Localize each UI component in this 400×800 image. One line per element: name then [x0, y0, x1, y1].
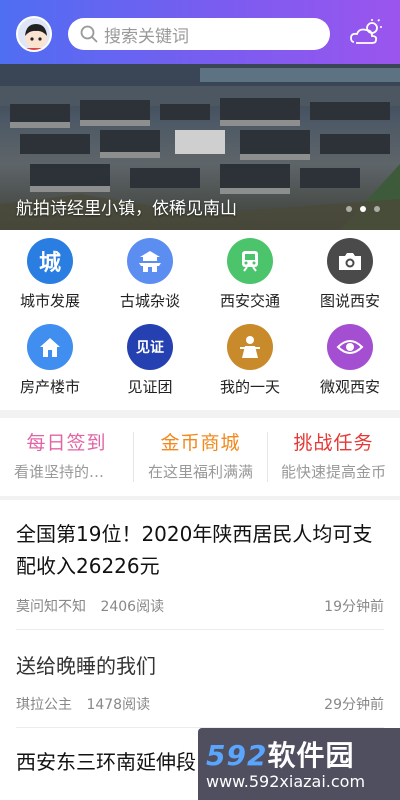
article-title: 送给晚睡的我们: [16, 654, 156, 678]
grid-label: 图说西安: [319, 292, 380, 310]
house-icon: [27, 324, 73, 370]
grid-label: 房产楼市: [19, 378, 80, 396]
action-title: 金币商城: [160, 432, 241, 454]
action-subtitle: 看谁坚持的时间最长: [14, 463, 133, 481]
grid-label: 古城杂谈: [119, 292, 180, 310]
grid-item-witness[interactable]: 见证 见证团: [100, 316, 200, 396]
grid-item-house[interactable]: 房产楼市: [0, 316, 100, 396]
grid-label: 城市发展: [19, 292, 80, 310]
article-item[interactable]: 全国第19位！2020年陕西居民人均可支配收入26226元 莫问知不知 2406…: [16, 500, 384, 630]
action-subtitle: 在这里福利满满: [148, 463, 254, 481]
camera-icon: [327, 238, 373, 284]
banner-caption: 航拍诗经里小镇，依稀见南山: [16, 199, 237, 219]
weather-icon[interactable]: [350, 18, 384, 48]
train-icon: [227, 238, 273, 284]
watermark-url: www.592xiazai.com: [206, 772, 366, 791]
carousel-dot[interactable]: [346, 206, 352, 212]
top-header: 搜索关键词: [0, 0, 400, 64]
carousel-dot-active[interactable]: [360, 206, 366, 212]
watermark-text: 软件园: [267, 739, 355, 772]
article-reads: 1478阅读: [86, 697, 151, 713]
pagoda-icon: [127, 238, 173, 284]
watermark-logo: 592软件园 www.592xiazai.com: [198, 728, 400, 800]
action-title: 每日签到: [26, 432, 107, 454]
grid-item-photo[interactable]: 图说西安: [300, 230, 400, 310]
grid-label: 西安交通: [219, 292, 280, 310]
grid-item-oldcity[interactable]: 古城杂谈: [100, 230, 200, 310]
article-author: 莫问知不知: [16, 599, 86, 615]
avatar-icon: [25, 24, 47, 50]
watermark-number: 592: [206, 739, 268, 772]
daily-checkin-button[interactable]: 每日签到 看谁坚持的时间最长: [0, 418, 133, 496]
grid-item-city[interactable]: 城 城市发展: [0, 230, 100, 310]
search-icon: [80, 25, 98, 43]
city-icon: 城: [27, 238, 73, 284]
article-meta: 莫问知不知 2406阅读 19分钟前: [16, 596, 384, 616]
action-title: 挑战任务: [293, 432, 374, 454]
carousel-dots: [346, 206, 380, 212]
grid-label: 见证团: [127, 378, 173, 396]
grid-label: 微观西安: [319, 378, 380, 396]
watermark-brand: 592软件园: [206, 734, 354, 774]
person-icon: [227, 324, 273, 370]
article-reads: 2406阅读: [100, 599, 165, 615]
carousel-dot[interactable]: [374, 206, 380, 212]
search-bar[interactable]: 搜索关键词: [68, 18, 330, 50]
eye-icon: [327, 324, 373, 370]
grid-item-micro[interactable]: 微观西安: [300, 316, 400, 396]
article-title: 全国第19位！2020年陕西居民人均可支配收入26226元: [16, 522, 373, 578]
action-row: 每日签到 看谁坚持的时间最长 金币商城 在这里福利满满 挑战任务 能快速提高金币: [0, 418, 400, 496]
action-subtitle: 能快速提高金币: [281, 463, 387, 481]
city-icon-glyph: 城: [38, 251, 61, 276]
grid-item-myday[interactable]: 我的一天: [200, 316, 300, 396]
article-author: 琪拉公主: [16, 697, 72, 713]
avatar[interactable]: [16, 16, 52, 52]
category-grid: 城 城市发展 古城杂谈 西安交通 图说西安 房产楼市 见证 见证团 我的一天 微…: [0, 230, 400, 410]
search-placeholder: 搜索关键词: [104, 26, 189, 47]
challenge-task-button[interactable]: 挑战任务 能快速提高金币: [267, 418, 400, 496]
article-meta: 琪拉公主 1478阅读 29分钟前: [16, 694, 384, 714]
article-time: 29分钟前: [324, 697, 384, 713]
article-time: 19分钟前: [324, 599, 384, 615]
grid-label: 我的一天: [219, 378, 280, 396]
coin-mall-button[interactable]: 金币商城 在这里福利满满: [134, 418, 267, 496]
witness-icon-glyph: 见证: [136, 340, 164, 356]
grid-item-traffic[interactable]: 西安交通: [200, 230, 300, 310]
article-item[interactable]: 送给晚睡的我们 琪拉公主 1478阅读 29分钟前: [16, 630, 384, 728]
witness-icon: 见证: [127, 324, 173, 370]
